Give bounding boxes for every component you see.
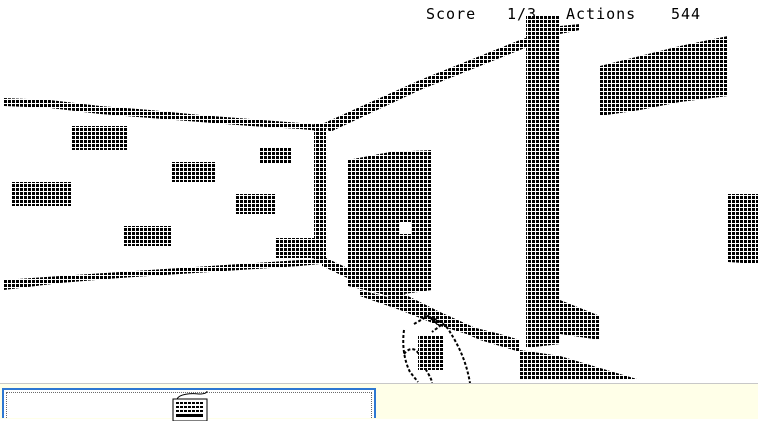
wall-block-4	[260, 148, 292, 164]
left-wall-top-edge	[4, 98, 320, 131]
right-edge-block	[728, 194, 758, 264]
score-label: Score	[426, 5, 477, 23]
game-scene[interactable]	[0, 0, 758, 383]
wall-block-1	[72, 126, 128, 150]
actions-value: 544	[671, 5, 702, 23]
door-knob[interactable]	[400, 222, 412, 234]
message-bar	[0, 383, 758, 422]
floor-strip-bottom	[520, 350, 640, 380]
score-value: 1/3	[507, 5, 538, 23]
actions-label: Actions	[566, 5, 637, 23]
game-viewport[interactable]: Score 1/3 Actions 544	[0, 0, 758, 383]
wall-block-5	[236, 194, 276, 214]
wall-block-2	[12, 182, 72, 206]
floor-strip-right	[560, 300, 600, 340]
inventory-item[interactable]	[169, 390, 215, 422]
hud-bar: Score 1/3 Actions 544	[0, 5, 758, 25]
left-wall-bottom-edge	[4, 258, 320, 290]
hand-shading	[418, 336, 444, 370]
door-panel	[348, 150, 432, 296]
keyboard-icon[interactable]	[169, 390, 215, 422]
right-wall-edge	[526, 20, 560, 348]
right-block-upper	[600, 36, 728, 116]
wall-block-7	[276, 238, 316, 258]
inventory-panel[interactable]	[2, 388, 376, 422]
wall-block-6	[124, 226, 172, 246]
wall-block-3	[172, 162, 216, 182]
